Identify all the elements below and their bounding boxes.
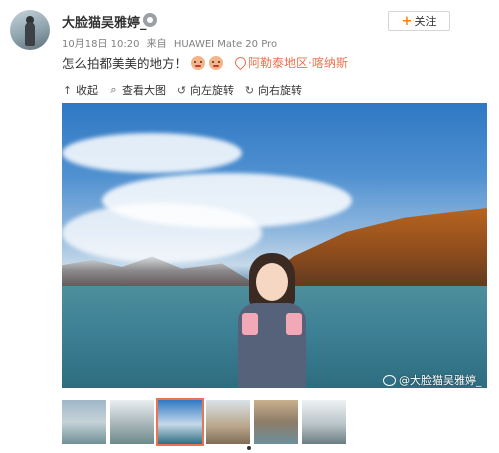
rotate-left-label: 向左旋转	[190, 84, 234, 97]
emoji-icon	[209, 55, 224, 70]
post-meta: 10月18日 10:20 来自 HUAWEI Mate 20 Pro	[62, 35, 281, 50]
rotate-left-button[interactable]: ↺ 向左旋转	[176, 82, 234, 98]
thumbnail-strip	[62, 398, 346, 446]
post-time[interactable]: 10月18日 10:20	[62, 39, 139, 50]
emoji-icon	[191, 55, 206, 70]
location-text: 阿勒泰地区·喀纳斯	[248, 56, 348, 70]
member-badge-icon[interactable]	[143, 13, 157, 27]
image-toolbar: ↑ 收起 ⌕ 查看大图 ↺ 向左旋转 ↻ 向右旋转	[62, 82, 302, 98]
plus-icon: +	[401, 13, 413, 29]
collapse-label: 收起	[76, 84, 98, 97]
photo-watermark: @大脸猫吴雅婷_	[383, 372, 482, 388]
person	[232, 253, 312, 388]
rotate-right-button[interactable]: ↻ 向右旋转	[244, 82, 302, 98]
rotate-right-label: 向右旋转	[258, 84, 302, 97]
weibo-logo-icon	[383, 374, 396, 386]
weibo-post: 大脸猫吴雅婷_ + 关注 10月18日 10:20 来自 HUAWEI Mate…	[0, 0, 499, 453]
magnifier-icon: ⌕	[110, 83, 117, 96]
thumbnail[interactable]	[156, 398, 204, 446]
source-prefix: 来自	[146, 39, 167, 50]
collapse-button[interactable]: ↑ 收起	[62, 82, 98, 98]
rotate-left-icon: ↺	[176, 83, 187, 97]
rotate-right-icon: ↻	[244, 83, 255, 97]
thumbnail[interactable]	[110, 400, 154, 444]
watermark-text: @大脸猫吴雅婷_	[399, 374, 482, 387]
avatar[interactable]	[10, 10, 50, 50]
follow-label: 关注	[414, 15, 437, 28]
thumbnail[interactable]	[254, 400, 298, 444]
post-content: 怎么拍都美美的地方！ 阿勒泰地区·喀纳斯	[62, 53, 348, 72]
cloud	[62, 133, 242, 173]
scroll-indicator-dot	[247, 446, 251, 450]
view-large-button[interactable]: ⌕ 查看大图	[108, 82, 166, 98]
bow	[286, 313, 302, 335]
follow-button[interactable]: + 关注	[388, 11, 450, 31]
location-pin-icon	[235, 57, 244, 69]
thumbnail[interactable]	[302, 400, 346, 444]
arrow-up-icon: ↑	[62, 83, 73, 97]
avatar-figure-body	[25, 22, 35, 46]
face	[256, 263, 288, 301]
thumbnail[interactable]	[62, 400, 106, 444]
location-link[interactable]: 阿勒泰地区·喀纳斯	[235, 54, 348, 71]
view-large-label: 查看大图	[122, 84, 166, 97]
bow	[242, 313, 258, 335]
post-text: 怎么拍都美美的地方！	[62, 56, 188, 71]
username[interactable]: 大脸猫吴雅婷_	[62, 12, 147, 31]
source-device[interactable]: HUAWEI Mate 20 Pro	[174, 39, 277, 50]
main-photo[interactable]	[62, 103, 487, 388]
thumbnail[interactable]	[206, 400, 250, 444]
